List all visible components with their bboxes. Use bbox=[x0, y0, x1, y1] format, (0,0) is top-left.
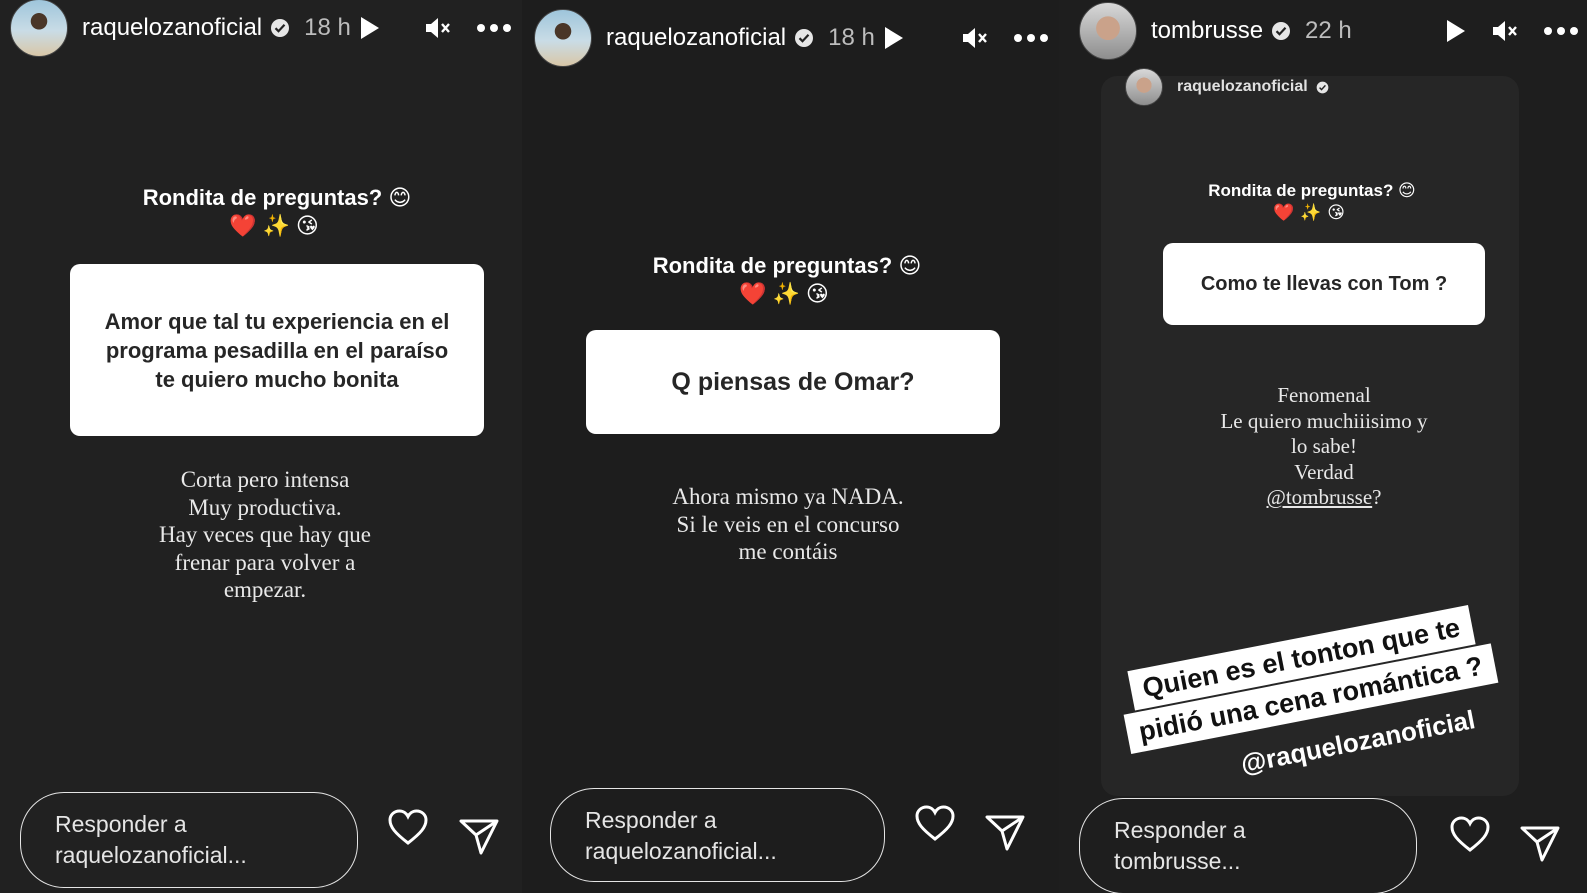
story-header: tombrusse 22 h bbox=[1079, 2, 1579, 60]
repost-username[interactable]: raquelozanoficial bbox=[1177, 78, 1308, 96]
sticker-title: Rondita de preguntas? 😊 bbox=[652, 253, 922, 278]
send-icon[interactable] bbox=[458, 818, 500, 856]
reply-placeholder: raquelozanoficial... bbox=[585, 838, 777, 864]
send-icon[interactable] bbox=[1519, 825, 1561, 863]
answer-line: lo sabe! bbox=[1291, 434, 1357, 458]
question-sticker: Rondita de preguntas? 😊 ❤️✨😘 bbox=[1151, 180, 1473, 224]
more-icon[interactable] bbox=[1013, 33, 1049, 43]
username[interactable]: tombrusse bbox=[1151, 17, 1263, 45]
verified-icon bbox=[271, 19, 290, 37]
answer-line: Corta pero intensa bbox=[180, 467, 350, 492]
username[interactable]: raquelozanoficial bbox=[606, 24, 786, 52]
heart-icon[interactable] bbox=[387, 808, 429, 846]
story-panel-1: raquelozanoficial 18 h Rondita de pregun… bbox=[0, 0, 522, 893]
story-time: 22 h bbox=[1305, 17, 1352, 44]
answer-line: Fenomenal bbox=[1277, 383, 1371, 407]
avatar[interactable] bbox=[10, 0, 68, 57]
sticker-title: Rondita de preguntas? 😊 bbox=[1208, 181, 1416, 200]
answer-text: Fenomenal Le quiero muchiiisimo y lo sab… bbox=[1179, 383, 1469, 511]
story-header: raquelozanoficial 18 h bbox=[10, 0, 512, 57]
reply-placeholder: tombrusse... bbox=[1114, 848, 1241, 874]
answer-text: Corta pero intensa Muy productiva. Hay v… bbox=[100, 466, 430, 604]
answer-line: Si le veis en el concurso bbox=[676, 511, 900, 537]
story-header: raquelozanoficial 18 h bbox=[534, 9, 1049, 67]
question-card: Q piensas de Omar? bbox=[586, 330, 1000, 434]
answer-suffix: ? bbox=[1372, 485, 1382, 509]
question-text: Q piensas de Omar? bbox=[671, 367, 915, 396]
question-text: Como te llevas con Tom ? bbox=[1200, 272, 1448, 295]
sticker-emojis: ❤️✨😘 bbox=[229, 213, 325, 238]
answer-line: Le quiero muchiiisimo y bbox=[1220, 408, 1428, 433]
play-icon[interactable] bbox=[883, 25, 905, 51]
question-text: Amor que tal tu experiencia en el progra… bbox=[104, 308, 450, 392]
answer-line: @tombrusse? bbox=[1179, 485, 1469, 511]
mention-link[interactable]: @tombrusse bbox=[1267, 485, 1373, 509]
heart-icon[interactable] bbox=[914, 804, 956, 842]
question-card: Amor que tal tu experiencia en el progra… bbox=[70, 264, 484, 436]
reply-placeholder: Responder a bbox=[55, 811, 187, 837]
mute-icon[interactable] bbox=[424, 15, 452, 41]
play-icon[interactable] bbox=[359, 15, 381, 41]
reply-input[interactable]: Responder a raquelozanoficial... bbox=[550, 788, 885, 882]
reply-input[interactable]: Responder a tombrusse... bbox=[1079, 798, 1417, 893]
username[interactable]: raquelozanoficial bbox=[82, 14, 262, 42]
sticker-title: Rondita de preguntas? 😊 bbox=[142, 185, 412, 210]
mute-icon[interactable] bbox=[961, 25, 989, 51]
verified-icon bbox=[795, 29, 814, 47]
avatar[interactable] bbox=[1125, 68, 1163, 106]
answer-line: frenar para volver a bbox=[174, 549, 356, 575]
answer-line: empezar. bbox=[223, 577, 307, 602]
reply-placeholder: Responder a bbox=[1114, 817, 1246, 843]
avatar[interactable] bbox=[1079, 2, 1137, 60]
answer-line: me contáis bbox=[738, 539, 838, 564]
question-card: Como te llevas con Tom ? bbox=[1163, 243, 1485, 325]
answer-line: Hay veces que hay que bbox=[158, 522, 372, 547]
answer-line: Muy productiva. bbox=[188, 494, 342, 520]
mute-icon[interactable] bbox=[1491, 18, 1519, 44]
answer-text: Ahora mismo ya NADA. Si le veis en el co… bbox=[622, 483, 954, 566]
send-icon[interactable] bbox=[984, 814, 1026, 852]
sticker-emojis: ❤️✨😘 bbox=[1272, 203, 1352, 222]
play-icon[interactable] bbox=[1445, 18, 1467, 44]
repost-source[interactable]: raquelozanoficial bbox=[1125, 68, 1329, 106]
more-icon[interactable] bbox=[476, 23, 512, 33]
verified-icon bbox=[1316, 81, 1329, 93]
answer-line: Verdad bbox=[1294, 459, 1354, 484]
story-time: 18 h bbox=[304, 14, 351, 41]
heart-icon[interactable] bbox=[1449, 815, 1491, 853]
story-time: 18 h bbox=[828, 24, 875, 51]
verified-icon bbox=[1272, 22, 1291, 40]
question-sticker: Rondita de preguntas? 😊 ❤️✨😘 bbox=[580, 252, 994, 308]
question-sticker: Rondita de preguntas? 😊 ❤️✨😘 bbox=[70, 184, 484, 240]
reply-placeholder: raquelozanoficial... bbox=[55, 842, 247, 868]
avatar[interactable] bbox=[534, 9, 592, 67]
reply-input[interactable]: Responder a raquelozanoficial... bbox=[20, 792, 358, 888]
story-panel-3: tombrusse 22 h raquelozanoficial Rondita… bbox=[1059, 0, 1587, 893]
story-panel-2: raquelozanoficial 18 h Rondita de pregun… bbox=[522, 0, 1059, 893]
reply-placeholder: Responder a bbox=[585, 807, 717, 833]
more-icon[interactable] bbox=[1543, 26, 1579, 36]
answer-line: Ahora mismo ya NADA. bbox=[672, 484, 904, 509]
sticker-emojis: ❤️✨😘 bbox=[739, 281, 835, 306]
